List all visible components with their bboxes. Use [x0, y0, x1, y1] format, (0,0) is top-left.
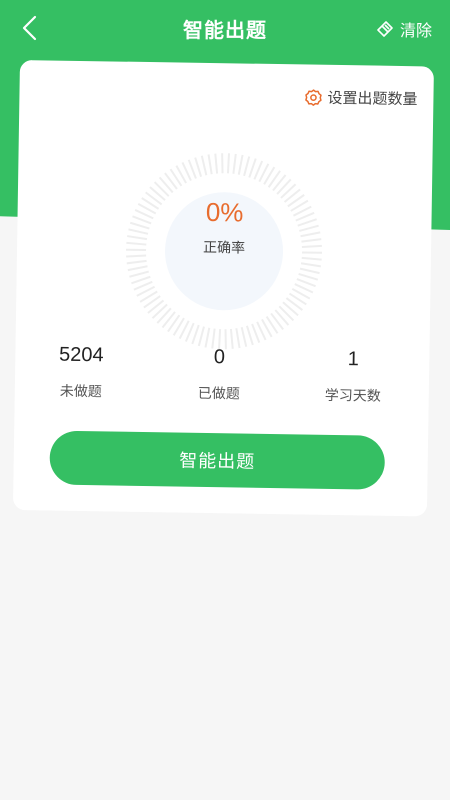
stat-undone: 5204 未做题 — [21, 343, 142, 402]
ring-tick — [197, 326, 205, 347]
ring-tick — [194, 157, 203, 177]
stat-study-days-value: 1 — [347, 348, 360, 371]
ring-tick — [128, 228, 149, 235]
clear-button[interactable]: 清除 — [376, 17, 432, 41]
ring-tick — [200, 155, 208, 176]
gear-icon — [305, 88, 322, 106]
accuracy-label: 正确率 — [202, 239, 246, 257]
eraser-icon — [377, 21, 393, 37]
smart-quiz-button[interactable]: 智能出题 — [49, 430, 386, 490]
stats-card: 设置出题数量 0% 正确率 5204 未做题 0 已做题 1 学习天数 智能出题 — [12, 60, 434, 517]
ring-tick — [235, 328, 241, 349]
ring-tick — [300, 262, 321, 268]
stat-study-days-label: 学习天数 — [324, 387, 381, 405]
ring-tick — [240, 326, 248, 347]
ring-tick — [299, 267, 320, 275]
ring-tick — [126, 259, 147, 265]
settings-label: 设置出题数量 — [327, 88, 418, 109]
ring-tick — [214, 153, 219, 174]
ring-tick — [248, 158, 257, 178]
stat-undone-label: 未做题 — [59, 383, 102, 401]
nav-bar: 智能出题 清除 — [0, 0, 450, 56]
ring-tick — [296, 278, 316, 288]
ring-tick — [243, 156, 251, 177]
ring-tick — [298, 272, 319, 281]
stat-done-value: 0 — [213, 346, 226, 369]
ring-tick — [131, 275, 151, 285]
clear-label: 清除 — [399, 21, 432, 40]
ring-tick — [127, 265, 148, 272]
stat-study-days: 1 学习天数 — [293, 347, 414, 406]
ring-tick — [204, 327, 211, 348]
ring-tick — [300, 231, 321, 238]
ring-tick — [226, 153, 230, 174]
set-question-count-button[interactable]: 设置出题数量 — [304, 86, 418, 109]
screen: 智能出题 清除 设置出题数量 0% 正确率 5204 未做题 0 已做题 1 学… — [0, 0, 450, 800]
ring-tick — [207, 154, 213, 175]
ring-tick — [237, 154, 244, 175]
stats-row: 5204 未做题 0 已做题 1 学习天数 — [14, 343, 429, 419]
stat-done-label: 已做题 — [197, 385, 240, 403]
ring-tick — [221, 153, 224, 174]
ring-tick — [129, 270, 149, 278]
stat-done: 0 已做题 — [159, 345, 280, 404]
ring-tick — [191, 324, 200, 345]
ring-tick — [246, 325, 254, 346]
ring-tick — [232, 153, 237, 174]
stat-undone-value: 5204 — [58, 343, 104, 367]
accuracy-value: 0% — [205, 196, 244, 228]
